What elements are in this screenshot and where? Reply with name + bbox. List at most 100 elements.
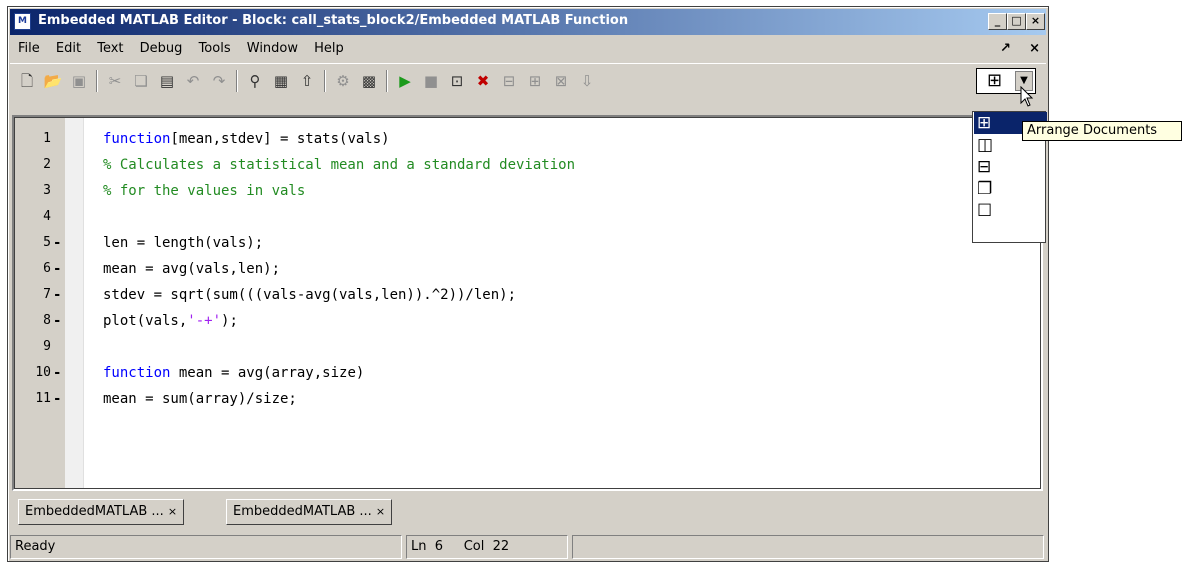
open-folder-icon[interactable]: 📂 (42, 70, 64, 92)
maximize-button[interactable]: □ (1007, 13, 1026, 30)
code-token: [mean,stdev] = stats(vals) (170, 131, 390, 147)
editor-window: M Embedded MATLAB Editor - Block: call_s… (7, 6, 1049, 562)
code-token: len = length(vals); (103, 235, 264, 251)
line-number: 8 (43, 313, 51, 328)
window-title: Embedded MATLAB Editor - Block: call_sta… (38, 13, 629, 28)
arrange-documents-tooltip: Arrange Documents (1022, 121, 1182, 141)
menu-window[interactable]: Window (241, 37, 304, 61)
line-label: Ln (411, 539, 427, 554)
cut-icon[interactable]: ✂ (104, 70, 126, 92)
status-bar: Ready Ln 6 Col 22 (10, 535, 1046, 561)
menu-help[interactable]: Help (308, 37, 350, 61)
toolbar-separator (324, 70, 326, 92)
copy-icon[interactable]: ❏ (130, 70, 152, 92)
menu-debug[interactable]: Debug (134, 37, 189, 61)
line-number: 1 (43, 131, 51, 146)
single-document-icon[interactable]: ☐ (974, 200, 1047, 222)
step-icon[interactable]: ⊟ (498, 70, 520, 92)
line-number: 5 (43, 235, 51, 250)
save-icon[interactable]: ▣ (68, 70, 90, 92)
undock-icon[interactable]: ↗ (1000, 41, 1011, 56)
executable-line-marker[interactable]: - (53, 230, 63, 256)
code-line[interactable]: 5- len = length(vals); (15, 230, 1015, 256)
code-line[interactable]: 1 function[mean,stdev] = stats(vals) (15, 126, 1015, 152)
document-tab[interactable]: EmbeddedMATLAB ... × (226, 499, 393, 525)
comment-token: % for the values in vals (103, 183, 306, 199)
line-number: 7 (43, 287, 51, 302)
tab-label: EmbeddedMATLAB ... (25, 504, 164, 519)
comment-token: % Calculates a statistical mean and a st… (103, 157, 576, 173)
menu-text[interactable]: Text (91, 37, 129, 61)
close-document-icon[interactable]: × (1029, 41, 1040, 56)
code-line[interactable]: 9 (15, 334, 1015, 360)
code-text: len = length(vals); (103, 230, 263, 256)
set-breakpoint-icon[interactable]: ⊡ (446, 70, 468, 92)
status-text: Ready (10, 535, 402, 559)
code-token: mean = avg(vals,len); (103, 261, 281, 277)
top-bottom-split-icon[interactable]: ⊟ (974, 156, 1047, 178)
executable-line-marker[interactable]: - (53, 256, 63, 282)
cursor-position: Ln 6 Col 22 (406, 535, 568, 559)
cascade-icon[interactable]: ❐ (974, 178, 1047, 200)
code-line[interactable]: 10- function mean = avg(array,size) (15, 360, 1015, 386)
clear-breakpoints-icon[interactable]: ✖ (472, 70, 494, 92)
code-line[interactable]: 3 % for the values in vals (15, 178, 1015, 204)
menu-bar: File Edit Text Debug Tools Window Help ↗… (10, 37, 1046, 61)
new-file-icon[interactable]: 🗋 (16, 70, 38, 92)
code-token: mean = avg(array,size) (170, 365, 365, 381)
toolbar-separator (236, 70, 238, 92)
close-button[interactable]: × (1026, 13, 1045, 30)
code-line[interactable]: 4 (15, 204, 1015, 230)
line-number: 9 (43, 339, 51, 354)
code-text: function mean = avg(array,size) (103, 360, 364, 386)
keyword-token: function (103, 365, 171, 381)
line-number: 6 (43, 261, 51, 276)
menu-edit[interactable]: Edit (50, 37, 87, 61)
line-number: 4 (43, 209, 51, 224)
close-tab-icon[interactable]: × (376, 505, 385, 518)
code-editor[interactable]: 1 function[mean,stdev] = stats(vals) 2% Ca… (12, 115, 1043, 491)
step-out-icon[interactable]: ⊠ (550, 70, 572, 92)
code-text: % for the values in vals (103, 178, 305, 204)
close-tab-icon[interactable]: × (168, 505, 177, 518)
code-line[interactable]: 7- stdev = sqrt(sum(((vals-avg(vals,len))… (15, 282, 1015, 308)
code-line[interactable]: 2 % Calculates a statistical mean and a s… (15, 152, 1015, 178)
status-spacer (572, 535, 1044, 559)
step-in-icon[interactable]: ⊞ (524, 70, 546, 92)
document-tab[interactable]: EmbeddedMATLAB ... × (18, 499, 185, 525)
executable-line-marker[interactable]: - (53, 308, 63, 334)
title-bar[interactable]: M Embedded MATLAB Editor - Block: call_s… (10, 9, 1046, 35)
run-icon[interactable]: ▶ (394, 70, 416, 92)
code-text: plot(vals,'-+'); (103, 308, 238, 334)
code-text: % Calculates a statistical mean and a st… (103, 152, 575, 178)
code-line[interactable]: 11- mean = sum(array)/size; (15, 386, 1015, 412)
go-to-icon[interactable]: ▦ (270, 70, 292, 92)
document-tabs: EmbeddedMATLAB ... × EmbeddedMATLAB ... × (12, 497, 1043, 527)
mouse-cursor-icon (1020, 86, 1034, 107)
executable-line-marker[interactable]: - (53, 282, 63, 308)
redo-icon[interactable]: ↷ (208, 70, 230, 92)
minimize-button[interactable]: _ (988, 13, 1007, 30)
menu-tools[interactable]: Tools (193, 37, 237, 61)
build-icon[interactable]: ⚙ (332, 70, 354, 92)
menu-file[interactable]: File (12, 37, 46, 61)
paste-icon[interactable]: ▤ (156, 70, 178, 92)
executable-line-marker[interactable]: - (53, 360, 63, 386)
code-text: mean = avg(vals,len); (103, 256, 280, 282)
executable-line-marker[interactable]: - (53, 386, 63, 412)
simulink-icon[interactable]: ▩ (358, 70, 380, 92)
string-token: '-+' (187, 313, 222, 329)
code-line[interactable]: 6- mean = avg(vals,len); (15, 256, 1015, 282)
line-number: 3 (43, 183, 51, 198)
stop-icon[interactable]: ■ (420, 70, 442, 92)
toolbar: 🗋 📂 ▣ ✂ ❏ ▤ ↶ ↷ ⚲ ▦ ⇧ ⚙ ▩ ▶ ■ ⊡ ✖ ⊟ ⊞ ⊠ … (10, 63, 1046, 98)
undo-icon[interactable]: ↶ (182, 70, 204, 92)
line-number: 2 (43, 157, 51, 172)
line-number: 11 (35, 391, 51, 406)
code-line[interactable]: 8- plot(vals,'-+'); (15, 308, 1015, 334)
keyword-token: function (103, 131, 171, 147)
exit-debug-icon[interactable]: ⇩ (576, 70, 598, 92)
up-icon[interactable]: ⇧ (296, 70, 318, 92)
tile-icon: ⊞ (987, 70, 1003, 91)
find-icon[interactable]: ⚲ (244, 70, 266, 92)
